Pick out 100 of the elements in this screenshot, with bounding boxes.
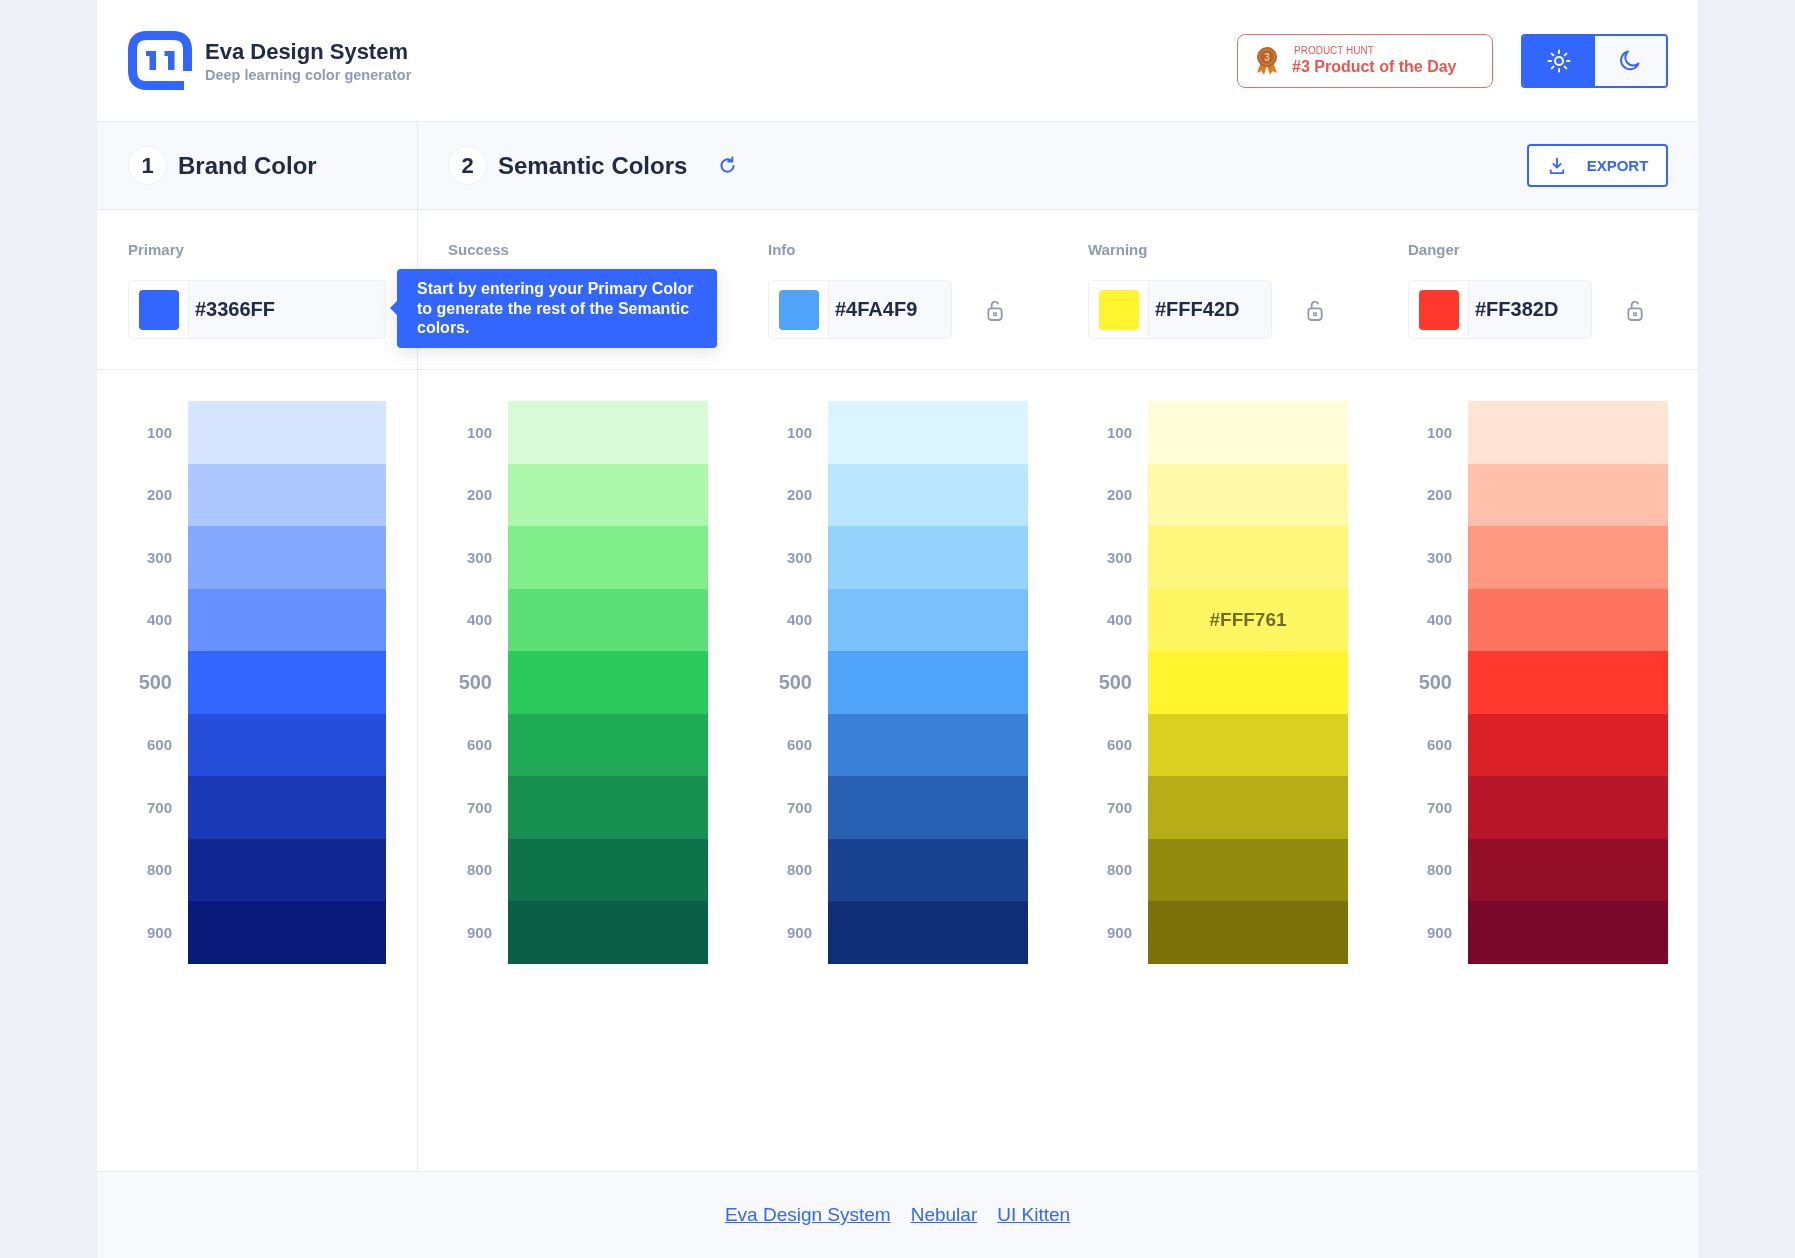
color-swatch[interactable] [508,713,708,776]
shade-label: 100 [1105,423,1133,441]
shade-label: 900 [145,923,173,941]
color-swatch[interactable] [828,838,1028,901]
hex-input[interactable]: #3366FF [128,280,386,339]
color-swatch[interactable] [828,776,1028,839]
footer-link[interactable]: Nebular [910,1204,978,1226]
section-title: Brand Color [178,151,317,180]
color-swatch[interactable] [1468,588,1668,651]
color-swatch[interactable] [1148,463,1348,526]
color-swatch[interactable] [1148,526,1348,589]
shade-label: 700 [785,798,813,816]
color-swatch[interactable] [508,463,708,526]
shade-label: 600 [145,736,173,754]
color-swatch[interactable] [1468,901,1668,964]
color-swatch[interactable] [188,651,386,714]
color-swatch[interactable] [1148,776,1348,839]
product-hunt-badge[interactable]: 3 PRODUCT HUNT #3 Product of the Day [1237,33,1493,88]
shade-label: 500 [1417,670,1453,694]
shade-label: 400 [465,611,493,629]
sun-icon [1546,48,1571,73]
color-swatch[interactable] [828,463,1028,526]
color-swatch[interactable] [1148,401,1348,464]
shade-label: 200 [145,486,173,504]
color-swatch[interactable] [1468,526,1668,589]
color-swatch[interactable] [1468,776,1668,839]
shade-label: 400 [145,611,173,629]
section-title: Semantic Colors [498,151,688,180]
shade-label: 800 [1425,861,1453,879]
color-swatch[interactable] [508,651,708,714]
shade-label: 700 [1425,798,1453,816]
color-swatch[interactable] [1148,713,1348,776]
open-lock-icon[interactable] [1625,298,1645,321]
shade-label: 900 [1425,923,1453,941]
logo-icon [128,31,192,90]
shade-label: 500 [457,670,493,694]
shade-label: 300 [785,548,813,566]
shade-label: 900 [1105,923,1133,941]
color-swatch[interactable] [828,901,1028,964]
shade-label: 700 [145,798,173,816]
dark-theme-button[interactable] [1594,35,1666,86]
hex-input[interactable]: #FFF42D [1088,280,1272,339]
open-lock-icon[interactable] [1305,298,1325,321]
color-swatch[interactable] [188,526,386,589]
color-swatch[interactable] [1148,651,1348,714]
shade-label: 800 [785,861,813,879]
shade-label: 900 [785,923,813,941]
color-swatch[interactable]: #FFF761 [1148,588,1348,651]
shade-label: 100 [465,423,493,441]
open-lock-icon[interactable] [985,298,1005,321]
palette-label: Danger [1408,240,1460,259]
color-swatch[interactable] [508,401,708,464]
shade-label: 100 [785,423,813,441]
color-swatch[interactable] [508,526,708,589]
shade-label: 800 [465,861,493,879]
color-swatch[interactable] [188,713,386,776]
color-swatch[interactable] [188,901,386,964]
color-swatch[interactable] [1148,838,1348,901]
color-swatch[interactable] [1468,463,1668,526]
hex-input[interactable]: #4FA4F9 [768,280,952,339]
color-swatch[interactable] [508,901,708,964]
color-swatch[interactable] [188,588,386,651]
shade-label: 800 [145,861,173,879]
color-swatch[interactable] [1468,651,1668,714]
shade-label: 500 [777,670,813,694]
color-swatch[interactable] [828,651,1028,714]
shade-label: 700 [465,798,493,816]
shade-label: 400 [785,611,813,629]
badge-title: #3 Product of the Day [1292,56,1457,77]
footer-link[interactable]: Eva Design System [724,1204,891,1226]
shade-label: 700 [1105,798,1133,816]
color-swatch[interactable] [1468,713,1668,776]
color-swatch[interactable] [828,401,1028,464]
color-swatch[interactable] [508,588,708,651]
light-theme-button[interactable] [1523,35,1595,86]
color-swatch[interactable] [508,776,708,839]
shade-label: 100 [145,423,173,441]
palette-label: Warning [1088,240,1148,259]
color-swatch[interactable] [188,776,386,839]
color-swatch[interactable] [188,838,386,901]
color-swatch[interactable] [828,713,1028,776]
shade-label: 300 [1425,548,1453,566]
step-number: 1 [128,146,167,185]
shade-label: 600 [1105,736,1133,754]
shade-label: 200 [785,486,813,504]
color-swatch[interactable] [188,463,386,526]
shade-label: 200 [1425,486,1453,504]
color-swatch[interactable] [828,526,1028,589]
export-button[interactable]: EXPORT [1527,144,1668,187]
color-swatch[interactable] [1468,838,1668,901]
shade-label: 600 [1425,736,1453,754]
palette-label: Info [768,240,796,259]
hex-input[interactable]: #FF382D [1408,280,1592,339]
color-swatch[interactable] [828,588,1028,651]
color-swatch[interactable] [1148,901,1348,964]
footer-link[interactable]: UI Kitten [997,1204,1071,1226]
shade-label: 300 [145,548,173,566]
color-swatch[interactable] [508,838,708,901]
color-swatch[interactable] [1468,401,1668,464]
color-swatch[interactable] [188,401,386,464]
